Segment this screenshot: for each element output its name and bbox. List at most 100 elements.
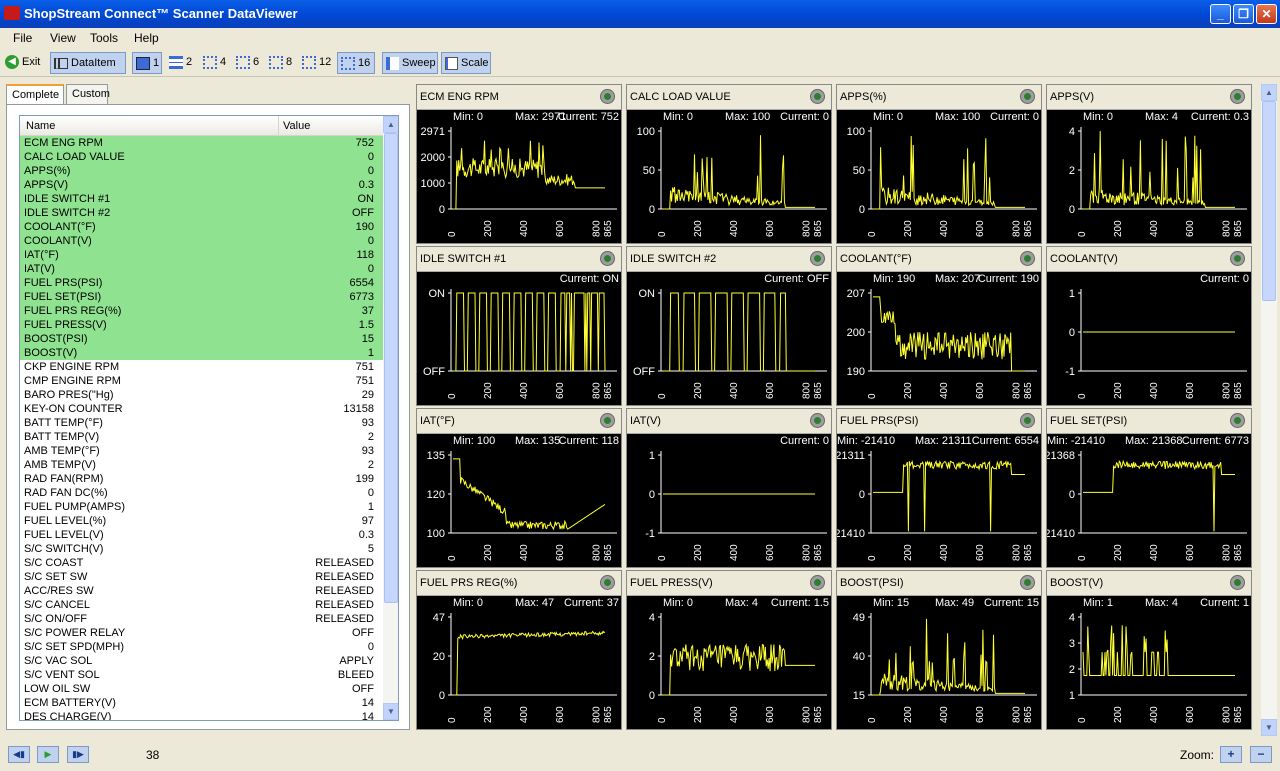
graph-options-icon[interactable] bbox=[600, 413, 615, 428]
list-item[interactable]: COOLANT(V) 0 bbox=[20, 234, 383, 248]
list-item[interactable]: LOW OIL SW OFF bbox=[20, 682, 383, 696]
list-item[interactable]: S/C VAC SOL APPLY bbox=[20, 654, 383, 668]
scroll-up-icon[interactable]: ▲ bbox=[383, 116, 398, 133]
graph-options-icon[interactable] bbox=[1230, 251, 1245, 266]
graph-options-icon[interactable] bbox=[810, 89, 825, 104]
layout-2-button[interactable]: 2 bbox=[166, 52, 196, 74]
graph-options-icon[interactable] bbox=[600, 89, 615, 104]
list-item[interactable]: S/C SWITCH(V) 5 bbox=[20, 542, 383, 556]
graph-panel[interactable]: 21311 0 -21410 0 200 400 600 800865 FUEL PRS(PSI… bbox=[836, 408, 1042, 568]
sweep-button[interactable]: Sweep bbox=[382, 52, 438, 74]
list-item[interactable]: APPS(%) 0 bbox=[20, 164, 383, 178]
list-item[interactable]: S/C POWER RELAY OFF bbox=[20, 626, 383, 640]
graph-options-icon[interactable] bbox=[1020, 89, 1035, 104]
list-item[interactable]: CKP ENGINE RPM 751 bbox=[20, 360, 383, 374]
graph-panel[interactable]: 207 200 190 0 200 400 600 800 865 COOLANT(°F) Min:… bbox=[836, 246, 1042, 406]
graph-options-icon[interactable] bbox=[600, 251, 615, 266]
scroll-thumb[interactable] bbox=[384, 133, 398, 603]
graph-scroll-down-icon[interactable]: ▼ bbox=[1261, 719, 1277, 736]
graph-options-icon[interactable] bbox=[1230, 89, 1245, 104]
graph-panel[interactable]: 49 40 15 0 200 400 600 800 865 BOOST(PSI) Min: 15 M… bbox=[836, 570, 1042, 730]
list-item[interactable]: AMB TEMP(°F) 93 bbox=[20, 444, 383, 458]
list-item[interactable]: FUEL PUMP(AMPS) 1 bbox=[20, 500, 383, 514]
graph-options-icon[interactable] bbox=[1020, 251, 1035, 266]
dataitem-button[interactable]: DataItem bbox=[50, 52, 126, 74]
layout-8-button[interactable]: 8 bbox=[266, 52, 296, 74]
list-item[interactable]: FUEL PRESS(V) 1.5 bbox=[20, 318, 383, 332]
zoom-in-button[interactable]: + bbox=[1220, 746, 1242, 763]
list-item[interactable]: ECM BATTERY(V) 14 bbox=[20, 696, 383, 710]
list-item[interactable]: AMB TEMP(V) 2 bbox=[20, 458, 383, 472]
graph-scrollbar[interactable]: ▲ ▼ bbox=[1261, 84, 1277, 736]
list-item[interactable]: BOOST(V) 1 bbox=[20, 346, 383, 360]
graph-panel[interactable]: 1 0 -1 0 200 400 600 800 865 IAT(V) Current: 0 bbox=[626, 408, 832, 568]
layout-6-button[interactable]: 6 bbox=[233, 52, 263, 74]
graph-scroll-up-icon[interactable]: ▲ bbox=[1261, 84, 1277, 101]
list-item[interactable]: APPS(V) 0.3 bbox=[20, 178, 383, 192]
list-item[interactable]: BATT TEMP(°F) 93 bbox=[20, 416, 383, 430]
list-item[interactable]: BATT TEMP(V) 2 bbox=[20, 430, 383, 444]
minimize-button[interactable]: _ bbox=[1210, 4, 1231, 24]
column-value-header[interactable]: Value bbox=[278, 116, 310, 136]
layout-1-button[interactable]: 1 bbox=[132, 52, 162, 74]
list-item[interactable]: S/C CANCEL RELEASED bbox=[20, 598, 383, 612]
graph-panel[interactable]: 4 3 2 1 0 200 400 600 800 865 BOOST(V) Min: 1 Max: 4… bbox=[1046, 570, 1252, 730]
rewind-button[interactable]: ◀▮ bbox=[8, 746, 30, 763]
list-item[interactable]: DES CHARGE(V) 14 bbox=[20, 710, 383, 720]
list-item[interactable]: RAD FAN(RPM) 199 bbox=[20, 472, 383, 486]
list-item[interactable]: FUEL SET(PSI) 6773 bbox=[20, 290, 383, 304]
list-item[interactable]: FUEL LEVEL(V) 0.3 bbox=[20, 528, 383, 542]
graph-panel[interactable]: ON OFF 0 200 400 600 800 865 IDLE SWITCH #2 Curre… bbox=[626, 246, 832, 406]
graph-options-icon[interactable] bbox=[1020, 413, 1035, 428]
graph-options-icon[interactable] bbox=[1020, 575, 1035, 590]
list-scrollbar[interactable]: ▲ ▼ bbox=[383, 116, 398, 720]
menu-help[interactable]: Help bbox=[134, 31, 159, 45]
graph-panel[interactable]: 135 120 100 0 200 400 600 800 865 IAT(°F) Min: 100… bbox=[416, 408, 622, 568]
layout-16-button[interactable]: 16 bbox=[337, 52, 375, 74]
layout-4-button[interactable]: 4 bbox=[200, 52, 230, 74]
column-name-header[interactable]: Name bbox=[26, 120, 55, 132]
tab-complete[interactable]: Complete bbox=[6, 84, 64, 105]
menu-tools[interactable]: Tools bbox=[90, 31, 118, 45]
list-item[interactable]: IDLE SWITCH #1 ON bbox=[20, 192, 383, 206]
graph-options-icon[interactable] bbox=[1230, 575, 1245, 590]
list-item[interactable]: S/C SET SPD(MPH) 0 bbox=[20, 640, 383, 654]
exit-button[interactable]: ◀ Exit bbox=[2, 52, 44, 74]
list-item[interactable]: FUEL PRS(PSI) 6554 bbox=[20, 276, 383, 290]
scroll-down-icon[interactable]: ▼ bbox=[383, 703, 398, 720]
graph-panel[interactable]: 47 20 0 0 200 400 600 800 865 FUEL PRS REG(%) Min:… bbox=[416, 570, 622, 730]
list-item[interactable]: ECM ENG RPM 752 bbox=[20, 136, 383, 150]
graph-options-icon[interactable] bbox=[810, 251, 825, 266]
list-item[interactable]: S/C ON/OFF RELEASED bbox=[20, 612, 383, 626]
graph-options-icon[interactable] bbox=[1230, 413, 1245, 428]
graph-options-icon[interactable] bbox=[600, 575, 615, 590]
list-item[interactable]: RAD FAN DC(%) 0 bbox=[20, 486, 383, 500]
menu-view[interactable]: View bbox=[50, 31, 76, 45]
list-item[interactable]: IAT(V) 0 bbox=[20, 262, 383, 276]
list-item[interactable]: S/C SET SW RELEASED bbox=[20, 570, 383, 584]
graph-panel[interactable]: 2971 2000 1000 0 0 200 400 600 800 865 ECM ENG RPM… bbox=[416, 84, 622, 244]
play-button[interactable]: ▶ bbox=[37, 746, 59, 763]
list-item[interactable]: IDLE SWITCH #2 OFF bbox=[20, 206, 383, 220]
list-item[interactable]: S/C VENT SOL BLEED bbox=[20, 668, 383, 682]
list-item[interactable]: S/C COAST RELEASED bbox=[20, 556, 383, 570]
zoom-out-button[interactable]: − bbox=[1250, 746, 1272, 763]
graph-panel[interactable]: 4 2 0 0 200 400 600 800 865 FUEL PRESS(V) Min: 0 Ma… bbox=[626, 570, 832, 730]
maximize-button[interactable]: ❐ bbox=[1233, 4, 1254, 24]
tab-custom[interactable]: Custom bbox=[66, 84, 110, 104]
list-item[interactable]: CMP ENGINE RPM 751 bbox=[20, 374, 383, 388]
graph-options-icon[interactable] bbox=[810, 413, 825, 428]
scale-button[interactable]: Scale bbox=[441, 52, 491, 74]
list-item[interactable]: IAT(°F) 118 bbox=[20, 248, 383, 262]
list-item[interactable]: FUEL PRS REG(%) 37 bbox=[20, 304, 383, 318]
list-item[interactable]: KEY-ON COUNTER 13158 bbox=[20, 402, 383, 416]
graph-panel[interactable]: 100 50 0 0 200 400 600 800 865 CALC LOAD VALUE Min… bbox=[626, 84, 832, 244]
close-button[interactable]: ✕ bbox=[1256, 4, 1277, 24]
graph-panel[interactable]: 1 0 -1 0 200 400 600 800 865 COOLANT(V) Current: 0 bbox=[1046, 246, 1252, 406]
graph-panel[interactable]: 4 2 0 0 200 400 600 800 865 APPS(V) Min: 0 Max: 4 Cu… bbox=[1046, 84, 1252, 244]
list-item[interactable]: BARO PRES("Hg) 29 bbox=[20, 388, 383, 402]
data-list[interactable]: Name Value ECM ENG RPM 752 CALC LOAD VALUE… bbox=[19, 115, 399, 721]
graph-panel[interactable]: ON OFF 0 200 400 600 800 865 IDLE SWITCH #1 Curre… bbox=[416, 246, 622, 406]
graph-panel[interactable]: 100 50 0 0 200 400 600 800 865 APPS(%) Min: 0 Max: … bbox=[836, 84, 1042, 244]
list-item[interactable]: CALC LOAD VALUE 0 bbox=[20, 150, 383, 164]
